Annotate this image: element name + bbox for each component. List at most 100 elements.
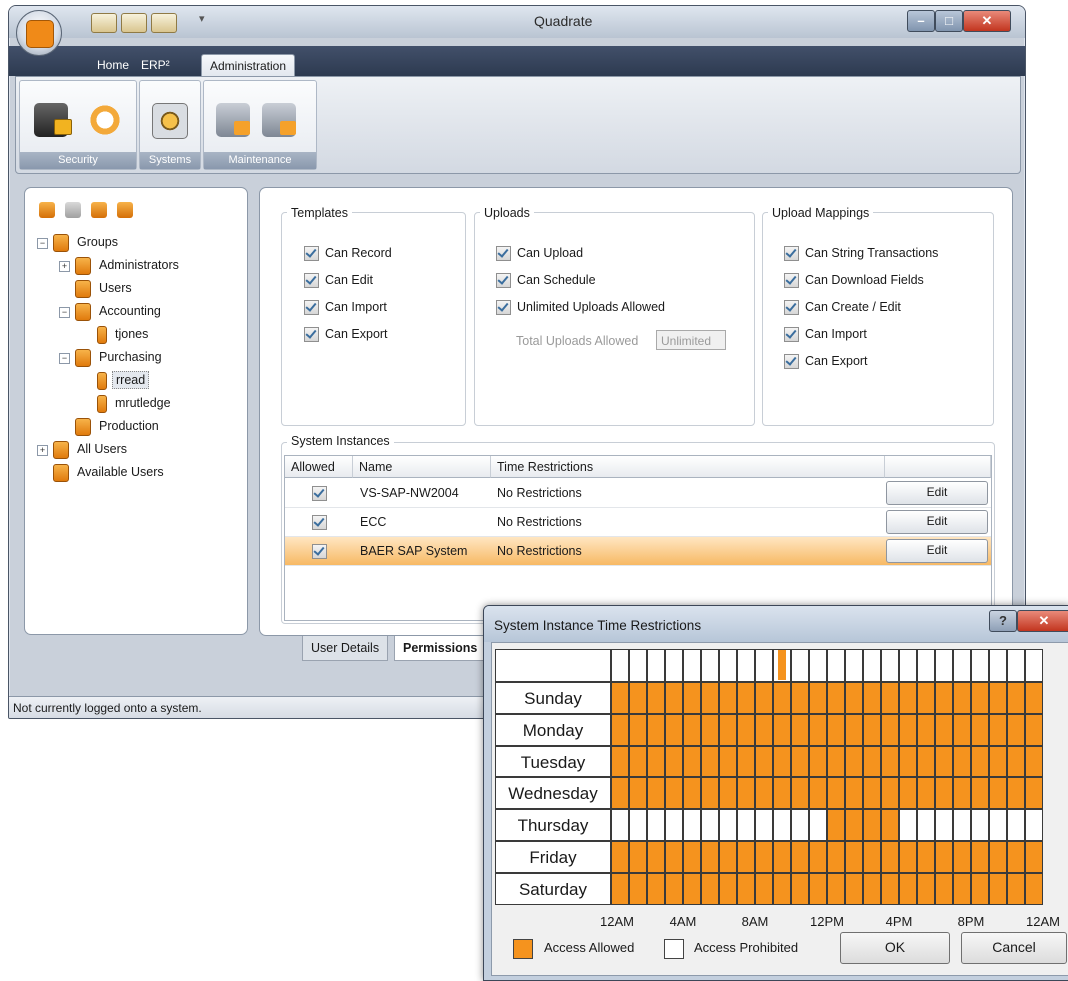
ok-button[interactable]: OK (840, 932, 950, 964)
time-cell[interactable] (1025, 745, 1043, 778)
time-cell[interactable] (809, 841, 827, 873)
time-cell[interactable] (899, 872, 917, 905)
hour-header-cell[interactable] (737, 649, 755, 682)
tab-erp[interactable]: ERP² (133, 54, 178, 76)
time-cell[interactable] (611, 777, 629, 810)
time-cell[interactable] (863, 682, 881, 714)
quick-access-refresh-icon[interactable] (151, 13, 177, 33)
checkbox-box[interactable] (496, 273, 511, 289)
day-label[interactable]: Wednesday (495, 777, 611, 810)
time-cell[interactable] (1025, 777, 1043, 810)
tree-item[interactable]: tjones (37, 323, 242, 346)
time-cell[interactable] (953, 713, 971, 746)
quick-access-tool-icon[interactable] (91, 13, 117, 33)
hour-header-cell[interactable] (809, 649, 827, 682)
tab-permissions[interactable]: Permissions (394, 636, 487, 661)
tree-item[interactable]: − Groups (37, 231, 242, 254)
time-cell[interactable] (881, 872, 899, 905)
edit-button[interactable]: Edit (886, 510, 988, 534)
time-cell[interactable] (647, 809, 665, 841)
time-cell[interactable] (683, 872, 701, 905)
time-cell[interactable] (917, 682, 935, 714)
time-cell[interactable] (611, 841, 629, 873)
time-cell[interactable] (917, 809, 935, 841)
hour-header-cell[interactable] (773, 649, 791, 682)
quick-access-save-icon[interactable] (121, 13, 147, 33)
time-cell[interactable] (611, 809, 629, 841)
time-cell[interactable] (827, 682, 845, 714)
time-cell[interactable] (791, 841, 809, 873)
time-cell[interactable] (899, 841, 917, 873)
time-cell[interactable] (971, 872, 989, 905)
time-cell[interactable] (611, 682, 629, 714)
time-cell[interactable] (665, 809, 683, 841)
time-cell[interactable] (881, 809, 899, 841)
checkbox-box[interactable] (304, 300, 319, 316)
hour-header-cell[interactable] (989, 649, 1007, 682)
time-cell[interactable] (827, 809, 845, 841)
remove-group-icon[interactable] (65, 202, 81, 218)
time-cell[interactable] (809, 872, 827, 905)
time-cell[interactable] (719, 777, 737, 810)
time-cell[interactable] (881, 682, 899, 714)
time-cell[interactable] (845, 777, 863, 810)
cancel-button[interactable]: Cancel (961, 932, 1067, 964)
close-icon[interactable]: ✕ (963, 10, 1011, 32)
time-cell[interactable] (845, 713, 863, 746)
time-cell[interactable] (917, 777, 935, 810)
time-cell[interactable] (971, 682, 989, 714)
tree-item[interactable]: − Purchasing (37, 346, 242, 369)
time-cell[interactable] (1007, 682, 1025, 714)
tree-item[interactable]: + Administrators (37, 254, 242, 277)
hour-header-cell[interactable] (647, 649, 665, 682)
refresh-icon[interactable] (88, 103, 122, 137)
time-cell[interactable] (989, 841, 1007, 873)
time-cell[interactable] (1007, 745, 1025, 778)
tree-item[interactable]: − Accounting (37, 300, 242, 323)
day-label[interactable]: Friday (495, 841, 611, 873)
time-cell[interactable] (647, 745, 665, 778)
time-cell[interactable] (899, 713, 917, 746)
time-cell[interactable] (683, 809, 701, 841)
time-cell[interactable] (647, 872, 665, 905)
time-cell[interactable] (1007, 777, 1025, 810)
time-cell[interactable] (1007, 809, 1025, 841)
tab-administration[interactable]: Administration (201, 54, 296, 77)
time-cell[interactable] (845, 682, 863, 714)
collapse-icon[interactable]: − (37, 238, 48, 249)
can-schedule-checkbox[interactable]: Can Schedule (496, 267, 665, 294)
tree-item[interactable]: mrutledge (37, 392, 242, 415)
time-cell[interactable] (899, 809, 917, 841)
time-cell[interactable] (647, 841, 665, 873)
checkbox-box[interactable] (784, 273, 799, 289)
can-export-checkbox[interactable]: Can Export (304, 321, 392, 348)
time-cell[interactable] (989, 777, 1007, 810)
time-cell[interactable] (989, 713, 1007, 746)
hour-header-cell[interactable] (629, 649, 647, 682)
time-cell[interactable] (701, 777, 719, 810)
time-cell[interactable] (719, 682, 737, 714)
checkbox-box[interactable] (784, 246, 799, 262)
time-cell[interactable] (1025, 841, 1043, 873)
time-cell[interactable] (845, 841, 863, 873)
time-cell[interactable] (719, 872, 737, 905)
allowed-checkbox[interactable] (312, 486, 327, 501)
tab-user-details[interactable]: User Details (302, 636, 389, 661)
time-cell[interactable] (1025, 713, 1043, 746)
hour-header-cell[interactable] (827, 649, 845, 682)
time-cell[interactable] (971, 809, 989, 841)
time-cell[interactable] (737, 777, 755, 810)
hour-header-cell[interactable] (755, 649, 773, 682)
time-cell[interactable] (719, 713, 737, 746)
hour-header-cell[interactable] (917, 649, 935, 682)
time-cell[interactable] (953, 682, 971, 714)
time-cell[interactable] (647, 682, 665, 714)
time-cell[interactable] (737, 841, 755, 873)
time-cell[interactable] (629, 872, 647, 905)
time-cell[interactable] (701, 713, 719, 746)
time-cell[interactable] (773, 777, 791, 810)
time-cell[interactable] (773, 809, 791, 841)
remove-user-icon[interactable] (117, 202, 133, 218)
time-cell[interactable] (611, 872, 629, 905)
expand-icon[interactable]: + (37, 445, 48, 456)
